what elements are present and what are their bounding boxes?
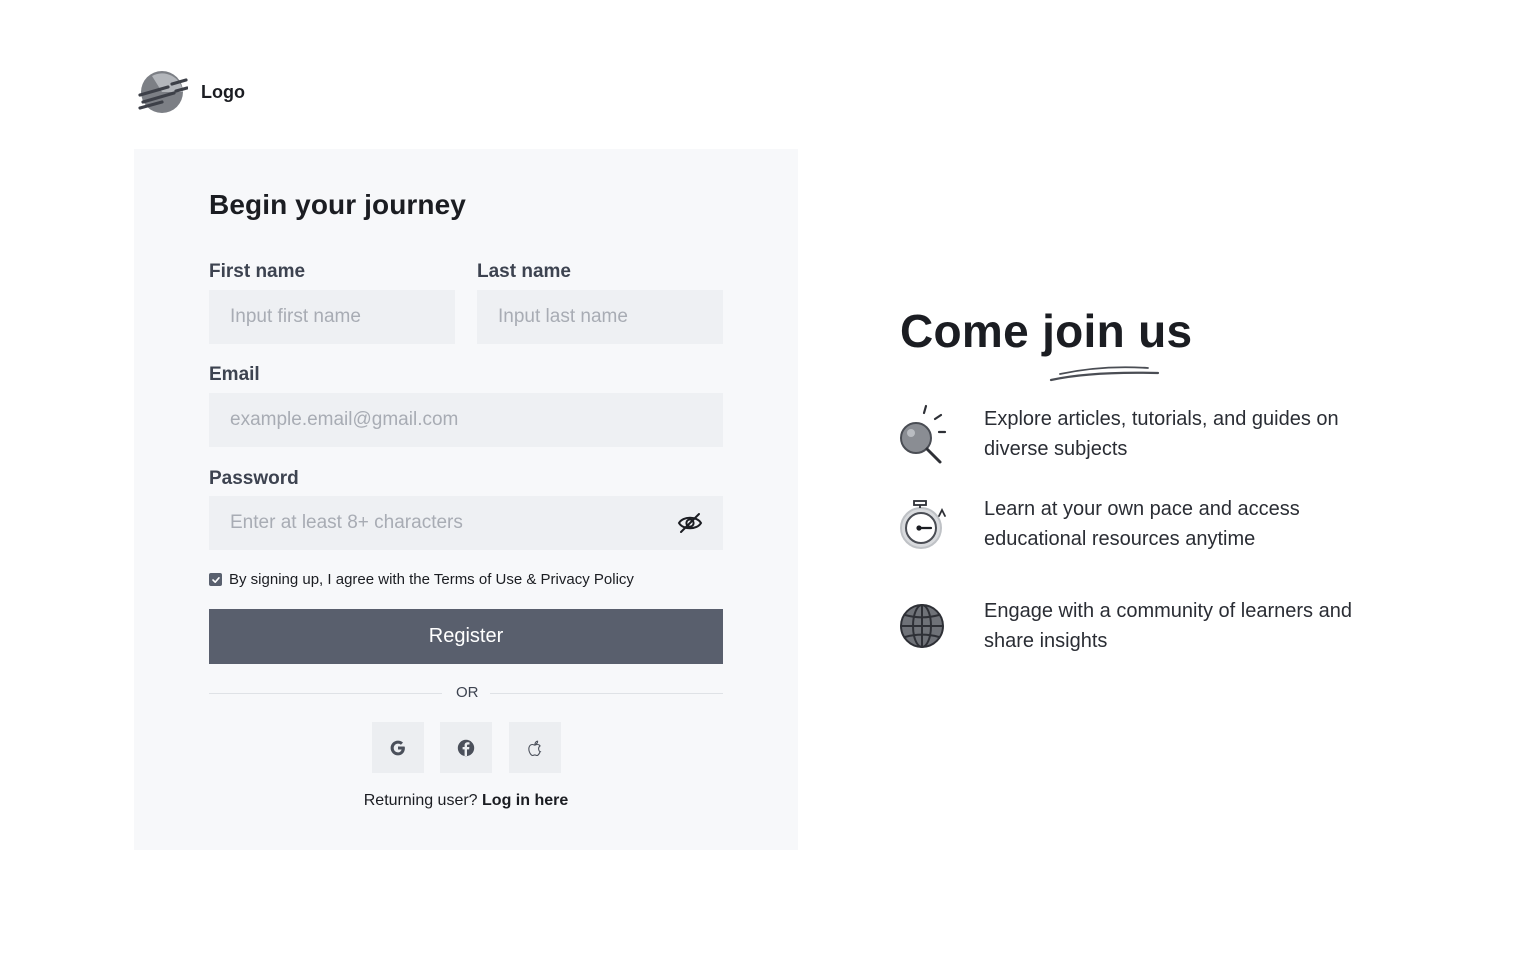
check-icon <box>211 576 220 583</box>
or-divider-label: OR <box>456 684 479 701</box>
last-name-field[interactable] <box>477 290 723 344</box>
google-signin-button[interactable] <box>372 722 424 773</box>
terms-agreement: By signing up, I agree with the Terms of… <box>209 571 634 588</box>
facebook-icon <box>457 739 475 756</box>
facebook-signin-button[interactable] <box>440 722 492 773</box>
apple-icon <box>528 740 542 756</box>
returning-prefix: Returning user? <box>363 792 483 809</box>
signup-card: Begin your journey First name Last name … <box>134 149 798 850</box>
divider-left <box>209 693 442 694</box>
email-input[interactable] <box>230 409 723 431</box>
password-input[interactable] <box>230 512 650 534</box>
first-name-label: First name <box>209 261 306 282</box>
feature-text: Learn at your own pace and access educat… <box>984 498 1300 550</box>
first-name-input[interactable] <box>230 306 455 328</box>
register-button[interactable]: Register <box>209 609 723 664</box>
feature-item: Learn at your own pace and access educat… <box>898 494 1300 560</box>
promo-title: Come join us <box>900 305 1193 357</box>
feature-text: Explore articles, tutorials, and guides … <box>984 408 1339 460</box>
magnifier-icon <box>900 404 947 464</box>
feature-item: Explore articles, tutorials, and guides … <box>898 404 1339 470</box>
globe-icon <box>900 604 944 648</box>
email-field[interactable] <box>209 393 723 447</box>
terms-text: By signing up, I agree with the Terms of… <box>229 571 634 588</box>
eye-off-icon[interactable] <box>677 511 703 535</box>
underline-decoration <box>1049 366 1160 382</box>
form-title: Begin your journey <box>209 189 466 220</box>
divider-right <box>490 693 723 694</box>
last-name-input[interactable] <box>498 306 723 328</box>
feature-item: Engage with a community of learners and … <box>898 596 1352 662</box>
last-name-label: Last name <box>477 261 571 282</box>
email-label: Email <box>209 364 260 385</box>
returning-user-text: Returning user? Log in here <box>134 792 798 810</box>
first-name-field[interactable] <box>209 290 455 344</box>
stopwatch-icon <box>900 500 946 549</box>
google-icon <box>390 740 405 755</box>
apple-signin-button[interactable] <box>509 722 561 773</box>
logo-text: Logo <box>201 81 245 102</box>
feature-text: Engage with a community of learners and … <box>984 600 1352 652</box>
signup-page: Logo Begin your journey First name Last … <box>0 0 1536 960</box>
password-field[interactable] <box>209 496 723 550</box>
logo-mark-icon <box>138 71 188 113</box>
terms-checkbox[interactable] <box>209 573 222 586</box>
login-link[interactable]: Log in here <box>482 792 568 809</box>
password-label: Password <box>209 468 299 489</box>
logo[interactable]: Logo <box>138 70 245 114</box>
